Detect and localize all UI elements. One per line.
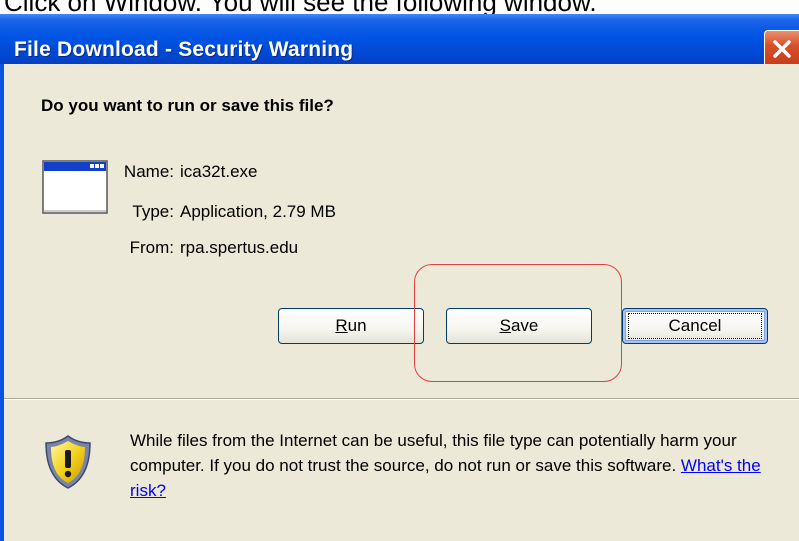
type-label: Type: [132, 202, 174, 221]
type-value: Application, 2.79 MB [180, 202, 336, 221]
save-highlight-annotation [414, 264, 622, 382]
cancel-button[interactable]: Cancel [622, 308, 768, 344]
shield-warning-icon [45, 435, 91, 489]
run-mnemonic: R [335, 316, 348, 335]
divider [4, 398, 799, 400]
title-bar[interactable]: File Download - Security Warning [0, 14, 799, 68]
from-label: From: [129, 238, 174, 257]
dialog-question: Do you want to run or save this file? [41, 96, 334, 115]
warning-message: While files from the Internet can be use… [130, 431, 737, 475]
close-icon [773, 40, 791, 58]
run-button[interactable]: Run [278, 308, 424, 344]
file-name-row: Name: ica32t.exe [94, 162, 258, 182]
file-type-row: Type: Application, 2.79 MB [94, 202, 336, 222]
file-from-row: From: rpa.spertus.edu [94, 238, 299, 258]
close-button[interactable] [764, 30, 799, 68]
dialog-body: Do you want to run or save this file? Na… [4, 64, 799, 541]
run-label: un [347, 316, 367, 335]
security-warning-text: While files from the Internet can be use… [130, 428, 790, 503]
name-value: ica32t.exe [180, 162, 258, 181]
name-label: Name: [123, 162, 174, 181]
from-value: rpa.spertus.edu [180, 238, 299, 257]
window-title: File Download - Security Warning [14, 38, 354, 61]
focus-rectangle [628, 313, 762, 339]
